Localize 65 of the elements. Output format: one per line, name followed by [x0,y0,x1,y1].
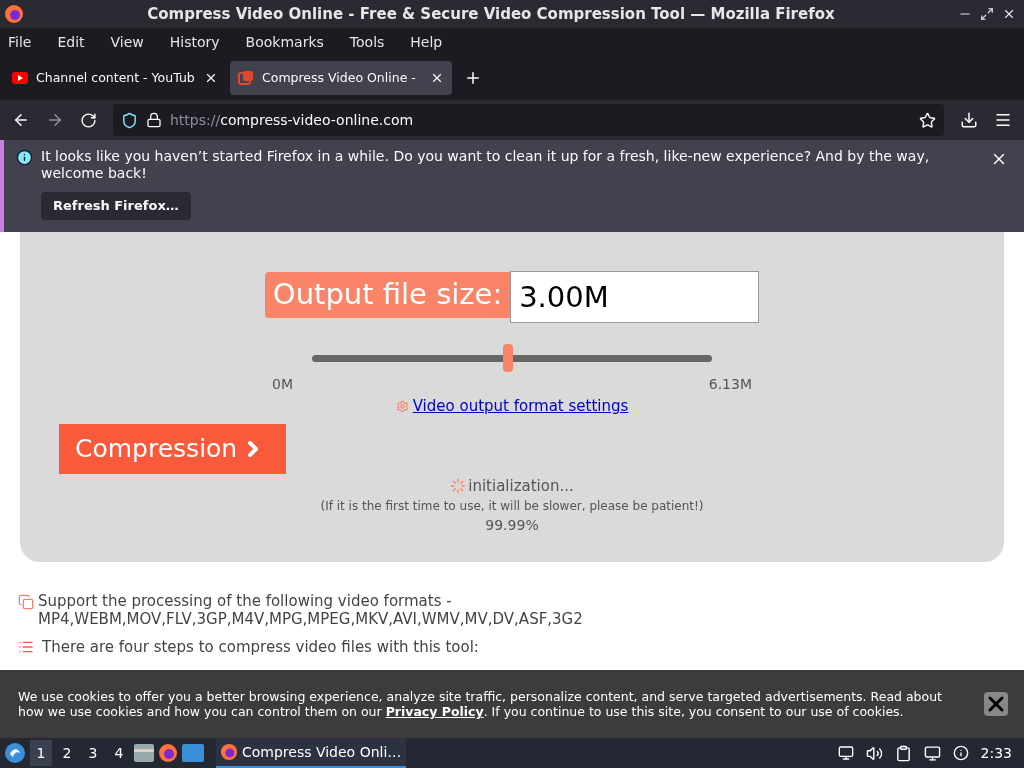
copy-icon [18,594,34,610]
size-slider[interactable] [312,343,712,373]
address-bar[interactable]: https://compress-video-online.com [113,104,944,136]
format-settings-link[interactable]: Video output format settings [412,395,629,418]
status-text: initialization... [468,475,574,497]
shield-icon [121,111,138,129]
play-logo-icon [12,72,28,84]
notification-message: It looks like you haven’t started Firefox in a while. Do you want to clean it up for a fresh, like-new experience? And by the way, welcome back! [41,148,931,182]
maximize-icon[interactable] [980,7,994,21]
download-icon[interactable] [960,111,978,129]
lock-icon [146,112,162,128]
settings-icon [395,399,409,413]
workspace-button[interactable]: 1 [30,740,52,766]
slider-min-label: 0M [272,375,293,394]
close-icon[interactable] [204,71,218,85]
refresh-button[interactable]: Refresh Firefox… [41,192,191,220]
tab-title: Compress Video Online - [262,68,417,87]
close-icon[interactable] [1002,7,1016,21]
bookmark-star-icon[interactable] [919,111,936,129]
browser-tab[interactable]: Compress Video Online - [230,61,452,95]
output-size-field[interactable]: 3.00M [510,271,760,323]
clipboard-icon[interactable] [894,744,912,762]
formats-text: Support the processing of the following video formats - MP4,WEBM,MOV,FLV,3GP,M4V,MPG,MPEG,MKV,AVI,WMV,MV,DV,ASF,3G2 [38,592,584,628]
task-title: Compress Video Onli… [242,742,402,762]
browser-logo-icon [220,743,238,761]
menu-item[interactable]: Edit [57,31,85,53]
reload-icon[interactable] [80,111,97,129]
output-size-label: Output file size: [264,272,511,318]
close-icon[interactable] [430,71,444,85]
slider-thumb[interactable] [503,344,513,372]
close-icon[interactable] [984,692,1008,716]
workspace-button[interactable]: 4 [108,740,130,766]
menu-item[interactable]: Help [410,31,443,53]
menu-item[interactable]: History [169,31,220,53]
cookie-message: We use cookies to offer you a better browsing experience, analyze site traffic, personalize content, and serve targeted advertisements. Read about how we use cookies and how you can control them on our Privacy Policy. If you continue to use this site, you consent to our use of cookies. [18,689,944,719]
progress-percent: 99.99% [484,516,540,535]
menu-item[interactable]: View [110,31,144,53]
menu-icon[interactable] [994,111,1012,129]
privacy-policy-link[interactable]: Privacy Policy [385,704,484,719]
browser-tab[interactable]: Channel content - YouTub [4,61,226,95]
monitor-icon[interactable] [837,745,854,761]
patience-note: (If it is the first time to use, it will be slower, please be patient!) [319,498,705,515]
menu-item[interactable]: Tools [349,31,385,53]
forward-icon[interactable] [46,111,64,129]
url-text: https://compress-video-online.com [170,110,415,130]
clock: 2:33 [980,743,1012,763]
window-title: Compress Video Online - Free & Secure Video Compression Tool — Mozilla Firefox [146,3,836,25]
steps-heading: There are four steps to compress video files with this tool: [42,637,479,658]
slider-max-label: 6.13M [708,375,752,394]
workspace-button[interactable]: 3 [82,740,104,766]
taskbar-task[interactable]: Compress Video Onli… [216,738,406,768]
back-icon[interactable] [12,111,30,129]
menu-item[interactable]: File [8,31,32,53]
menu-item[interactable]: Bookmarks [245,31,324,53]
workspace-button[interactable]: 2 [56,740,78,766]
tab-title: Channel content - YouTub [36,68,196,87]
start-menu-icon[interactable] [4,742,26,764]
info-icon [16,149,33,166]
volume-icon[interactable] [865,744,883,762]
browser-logo-icon [4,4,24,24]
new-tab-icon[interactable] [464,69,482,87]
notification-icon[interactable] [952,745,969,761]
browser-logo-icon[interactable] [158,743,178,763]
spinner-icon [450,477,467,494]
video-file-icon [238,70,254,86]
